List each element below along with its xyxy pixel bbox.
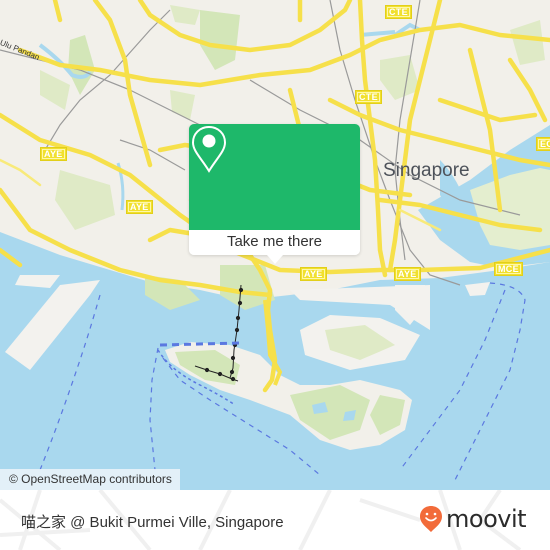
map-attribution[interactable]: © OpenStreetMap contributors	[0, 469, 180, 490]
location-popup: Take me there	[189, 124, 360, 264]
popup-pointer	[267, 255, 283, 264]
road-shield-cte-north: CTE	[385, 5, 412, 19]
road-shield-aye-city: AYE	[394, 267, 421, 281]
road-shield-ecp: ECP	[536, 137, 550, 151]
take-me-there-button[interactable]: Take me there	[189, 230, 360, 255]
location-pin-icon	[191, 125, 227, 173]
moovit-smiley-pin-icon	[420, 506, 442, 532]
road-shield-mce: MCE	[494, 262, 523, 276]
road-shield-aye-east: AYE	[300, 267, 327, 281]
map-view[interactable]: CTE CTE AYE AYE AYE AYE MCE ECP Singapor…	[0, 0, 550, 490]
road-shield-cte-south: CTE	[355, 90, 382, 104]
city-label: Singapore	[383, 160, 470, 181]
moovit-logo[interactable]: moovit	[419, 505, 527, 533]
popup-header	[189, 124, 360, 230]
footer: 喵之家 @ Bukit Purmei Ville, Singapore moov…	[0, 490, 550, 550]
moovit-wordmark: moovit	[446, 505, 527, 533]
road-shield-aye-central: AYE	[126, 200, 153, 214]
place-name: 喵之家 @ Bukit Purmei Ville, Singapore	[21, 514, 284, 531]
road-shield-aye-west: AYE	[40, 147, 67, 161]
